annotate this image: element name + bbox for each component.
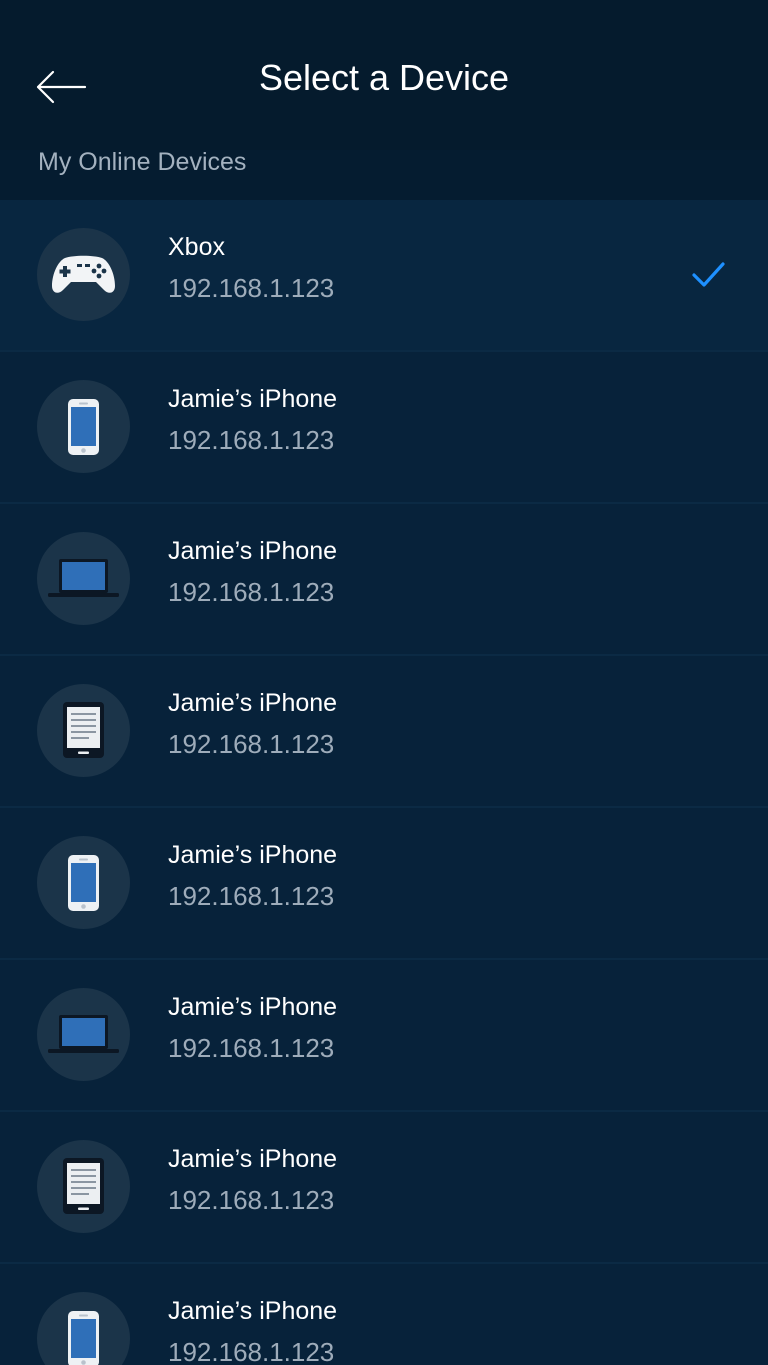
device-icon-container [37,988,130,1081]
device-icon-container [37,228,130,321]
device-row-xbox[interactable]: Xbox 192.168.1.123 [0,200,768,352]
device-name: Jamie’s iPhone [168,841,338,869]
device-ip: 192.168.1.123 [168,729,335,759]
device-ip: 192.168.1.123 [168,273,335,303]
ereader-icon [63,1158,104,1214]
device-ip: 192.168.1.123 [168,881,335,911]
device-name: Jamie’s iPhone [168,1297,338,1325]
device-icon-container [37,532,130,625]
device-ip: 192.168.1.123 [168,425,335,455]
device-icon-container [37,380,130,473]
phone-icon [68,399,99,455]
device-row[interactable]: Jamie’s iPhone 192.168.1.123 [0,1112,768,1264]
device-ip: 192.168.1.123 [168,577,335,607]
phone-icon [68,855,99,911]
device-row[interactable]: Jamie’s iPhone 192.168.1.123 [0,504,768,656]
device-icon-container [37,1292,130,1365]
header: Select a Device My Online Devices [0,0,768,176]
section-label-online-devices: My Online Devices [38,148,247,176]
device-ip: 192.168.1.123 [168,1033,335,1063]
device-row[interactable]: Jamie’s iPhone 192.168.1.123 [0,1264,768,1365]
select-device-screen: Select a Device My Online Devices Xbox 1… [0,0,768,1365]
device-row[interactable]: Jamie’s iPhone 192.168.1.123 [0,352,768,504]
device-list: Xbox 192.168.1.123 Jamie’s iPhone 192.16… [0,200,768,1365]
ereader-icon [63,702,104,758]
check-icon [692,262,725,287]
device-name: Xbox [168,233,225,261]
laptop-icon [48,1015,119,1053]
device-icon-container [37,684,130,777]
device-name: Jamie’s iPhone [168,689,338,717]
device-ip: 192.168.1.123 [168,1185,335,1215]
laptop-icon [48,559,119,597]
page-title: Select a Device [258,57,510,98]
device-row[interactable]: Jamie’s iPhone 192.168.1.123 [0,960,768,1112]
gamepad-icon [52,255,115,293]
device-row[interactable]: Jamie’s iPhone 192.168.1.123 [0,656,768,808]
phone-icon [68,1311,99,1365]
device-name: Jamie’s iPhone [168,993,338,1021]
device-icon-container [37,836,130,929]
device-icon-container [37,1140,130,1233]
device-row[interactable]: Jamie’s iPhone 192.168.1.123 [0,808,768,960]
device-name: Jamie’s iPhone [168,385,338,413]
device-name: Jamie’s iPhone [168,1145,338,1173]
device-ip: 192.168.1.123 [168,1337,335,1365]
device-name: Jamie’s iPhone [168,537,338,565]
